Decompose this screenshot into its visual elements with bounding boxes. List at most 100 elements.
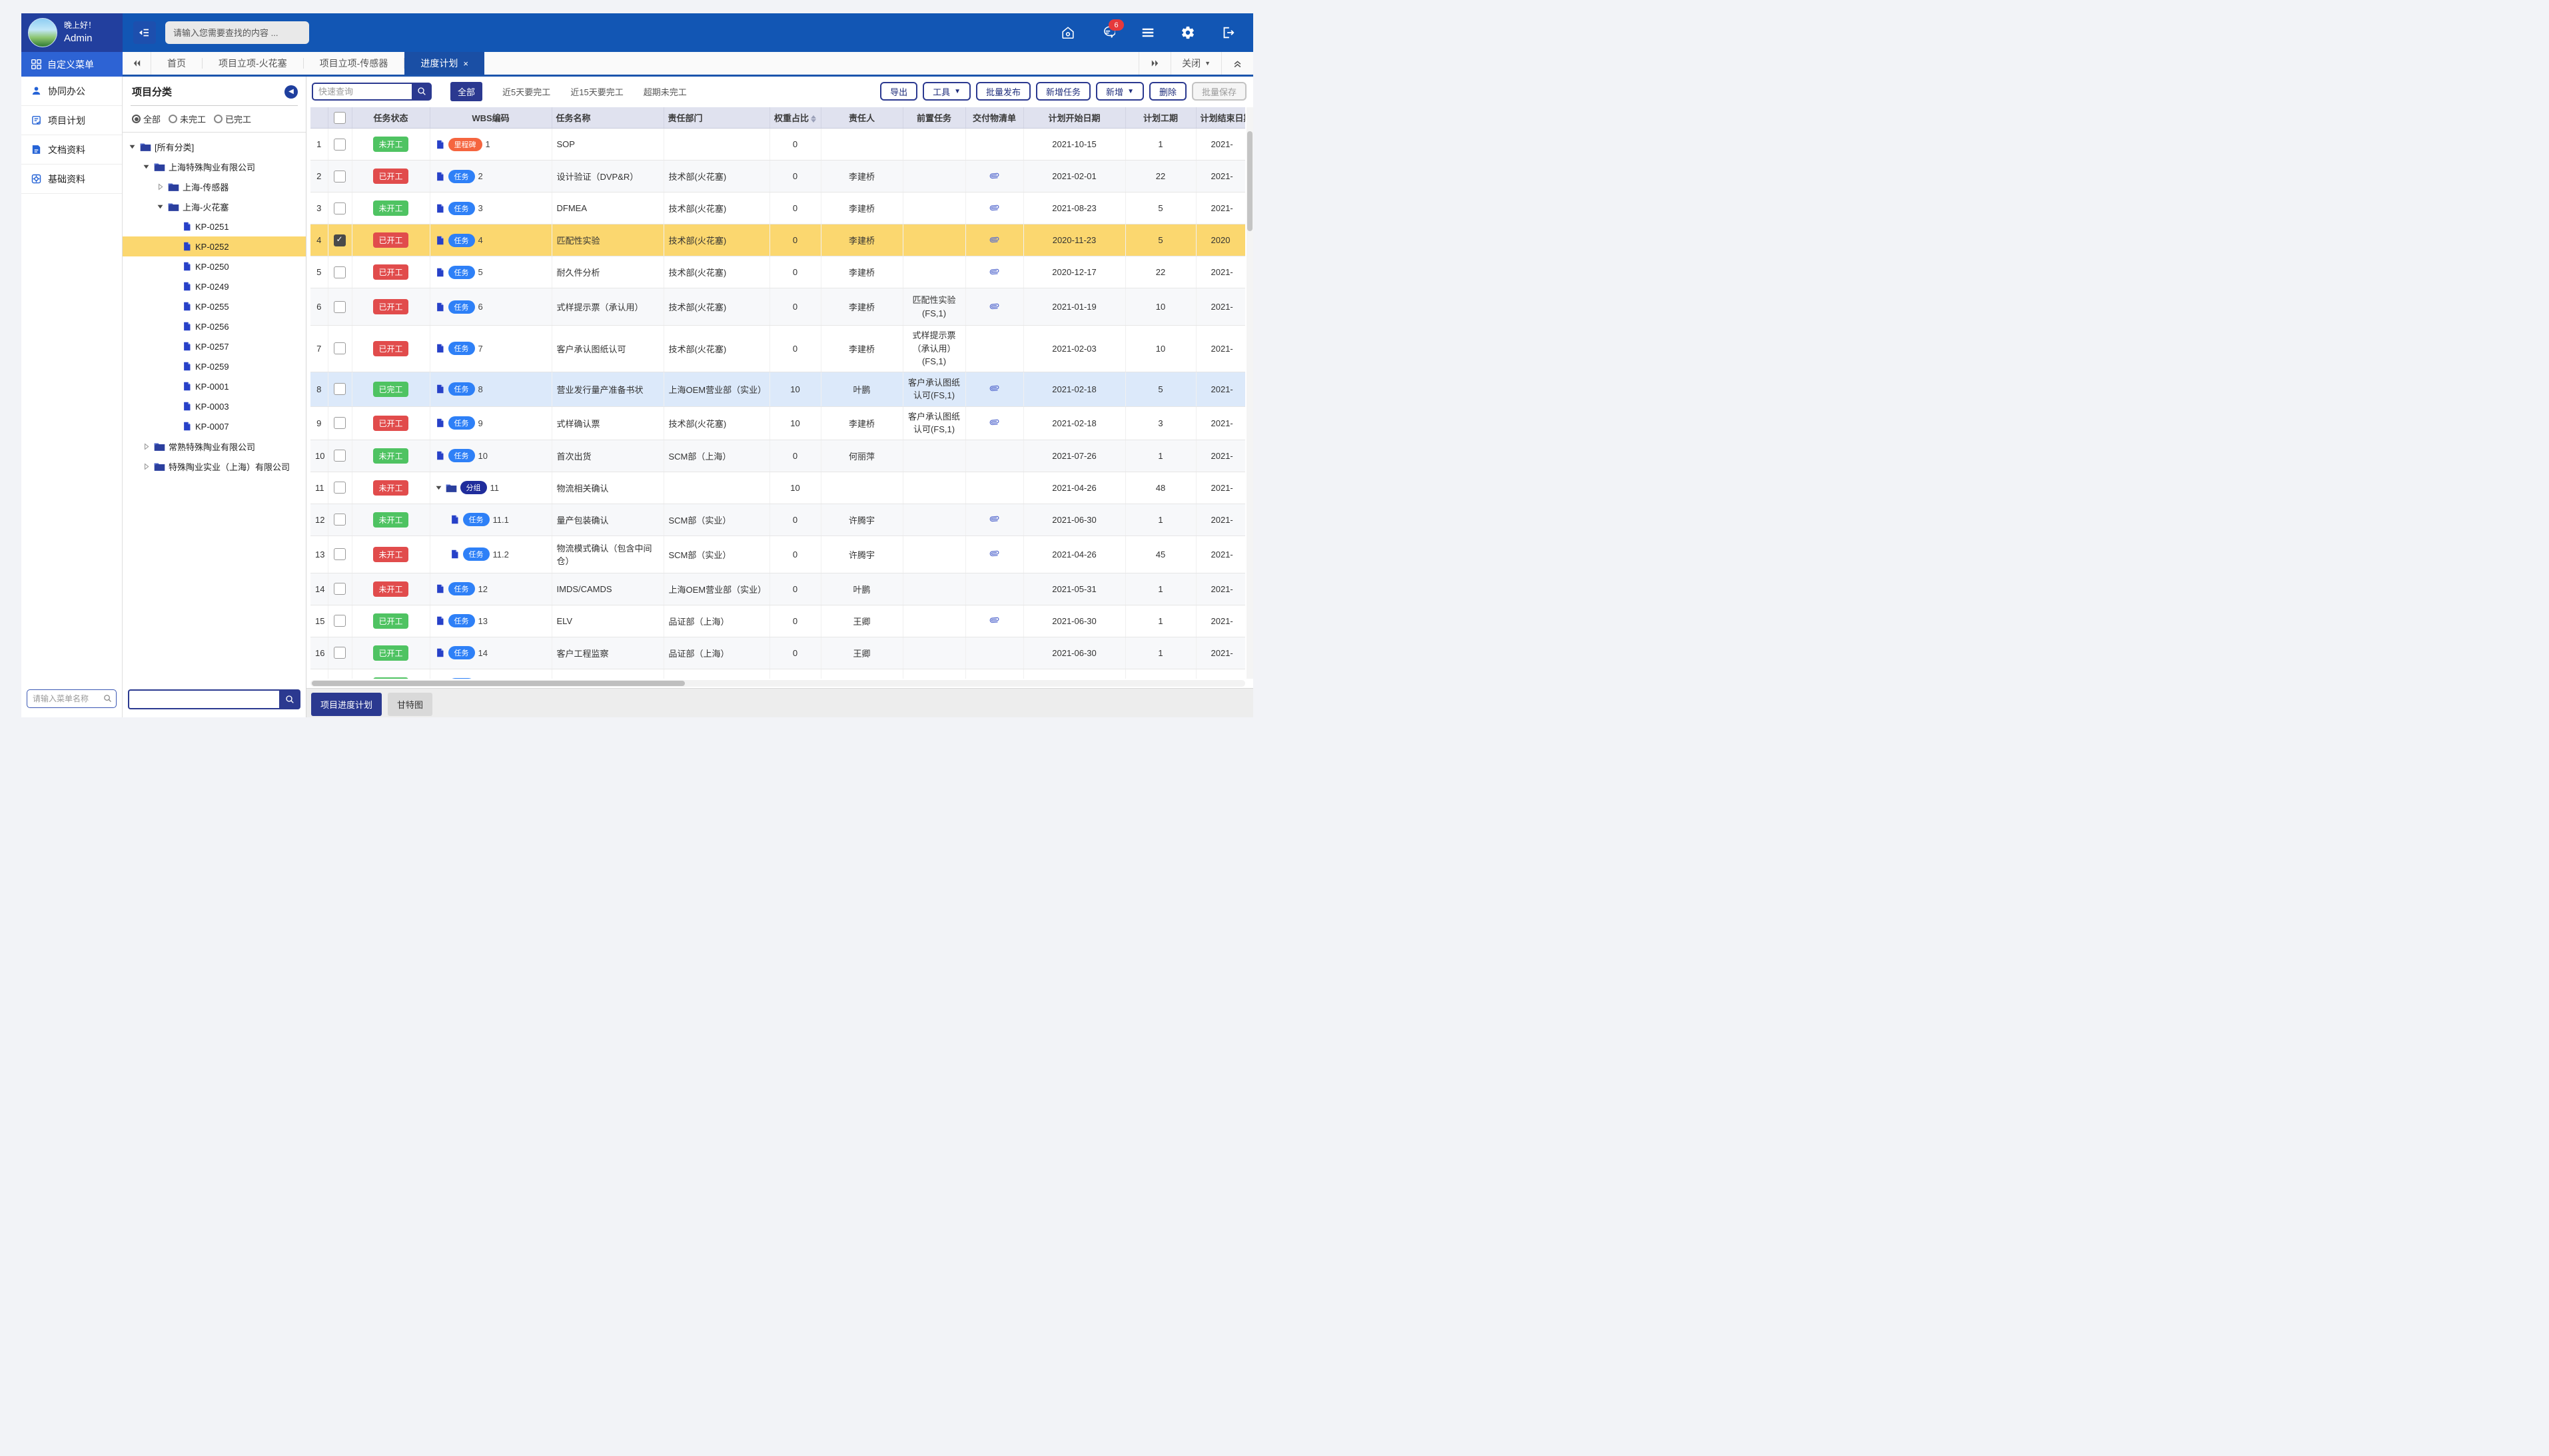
tree-item-KP-0257[interactable]: KP-0257 [123,336,306,356]
vertical-scrollbar-thumb[interactable] [1247,131,1253,231]
table-row[interactable]: 5已开工任务5耐久件分析技术部(火花塞)0李建桥2020-12-17222021… [310,256,1245,288]
column-header-前置任务[interactable]: 前置任务 [903,107,965,129]
close-tabs-dropdown[interactable]: 关闭 ▼ [1171,52,1221,75]
table-row[interactable]: 4已开工任务4匹配性实验技术部(火花塞)0李建桥2020-11-2352020 [310,224,1245,256]
paperclip-icon[interactable] [989,548,999,558]
row-checkbox[interactable] [334,266,346,278]
table-row[interactable]: 7已开工任务7客户承认图纸认可技术部(火花塞)0李建桥式样提示票 （承认用） (… [310,326,1245,372]
paperclip-icon[interactable] [989,171,999,181]
horizontal-scrollbar-thumb[interactable] [312,681,685,686]
tree-item-KP-0256[interactable]: KP-0256 [123,316,306,336]
tree-item-KP-0255[interactable]: KP-0255 [123,296,306,316]
table-row[interactable]: 16已开工任务14客户工程监察品证部（上海）0王卿2021-06-3012021… [310,637,1245,669]
column-header-计划结束日期[interactable]: 计划结束日期 [1196,107,1245,129]
sidebar-item-项目计划[interactable]: 项目计划 [21,106,122,135]
tree-caret-collapsed-icon[interactable] [156,182,165,191]
row-checkbox[interactable] [334,583,346,595]
sidebar-item-文档资料[interactable]: 文档资料 [21,135,122,165]
paperclip-icon[interactable] [989,234,999,244]
table-row[interactable]: 3未开工任务3DFMEA技术部(火花塞)0李建桥2021-08-2352021- [310,192,1245,224]
table-row[interactable]: 14未开工任务12IMDS/CAMDS上海OEM营业部（实业）0叶鹏2021-0… [310,573,1245,605]
filter-超期未完工[interactable]: 超期未完工 [644,85,687,98]
filter-近5天要完工[interactable]: 近5天要完工 [502,85,550,98]
column-header-WBS编码[interactable]: WBS编码 [430,107,552,129]
avatar[interactable] [28,18,57,47]
row-checkbox[interactable] [334,615,346,627]
paperclip-icon[interactable] [989,615,999,625]
tree-item-常熟特殊陶业有限公司[interactable]: 常熟特殊陶业有限公司 [123,436,306,456]
row-checkbox[interactable] [334,482,346,494]
tree-item-上海-火花塞[interactable]: 上海-火花塞 [123,196,306,216]
quick-search-input[interactable] [312,83,412,101]
sidebar-item-协同办公[interactable]: 协同办公 [21,77,122,106]
menu-icon[interactable] [1140,25,1156,41]
tree-item-特殊陶业实业（上海）有限公司[interactable]: 特殊陶业实业（上海）有限公司 [123,456,306,476]
row-checkbox[interactable] [334,139,346,151]
table-row[interactable]: 13未开工任务11.2物流模式确认（包含中间仓）SCM部（实业）0许腾宇2021… [310,536,1245,573]
tree-item-KP-0250[interactable]: KP-0250 [123,256,306,276]
row-checkbox[interactable] [334,171,346,182]
quick-search-button[interactable] [412,83,432,101]
tree-item-KP-0259[interactable]: KP-0259 [123,356,306,376]
column-header-责任人[interactable]: 责任人 [821,107,903,129]
row-checkbox[interactable] [334,514,346,526]
table-row[interactable]: 2已开工任务2设计验证（DVP&R）技术部(火花塞)0李建桥2021-02-01… [310,161,1245,192]
row-checkbox[interactable] [334,450,346,462]
column-header-计划工期[interactable]: 计划工期 [1125,107,1196,129]
view-tab-甘特图[interactable]: 甘特图 [388,693,432,716]
tree-item-KP-0249[interactable]: KP-0249 [123,276,306,296]
paperclip-icon[interactable] [989,383,999,393]
row-checkbox[interactable] [334,383,346,395]
tab-项目立项-传感器[interactable]: 项目立项-传感器 [304,52,404,75]
tree-caret-expanded-icon[interactable] [142,163,151,171]
sort-icon[interactable] [811,115,816,123]
settings-gear-icon[interactable] [1180,25,1196,41]
tree-caret-expanded-icon[interactable] [435,484,442,492]
column-header-任务状态[interactable]: 任务状态 [352,107,430,129]
row-checkbox[interactable] [334,234,346,246]
tree-item-KP-0252[interactable]: KP-0252 [123,236,306,256]
filter-全部[interactable]: 全部 [450,82,482,101]
tree-item-上海特殊陶业有限公司[interactable]: 上海特殊陶业有限公司 [123,157,306,177]
toolbar-button-批量发布[interactable]: 批量发布 [976,82,1031,101]
paperclip-icon[interactable] [989,301,999,311]
tab-进度计划[interactable]: 进度计划× [404,52,484,75]
panel-collapse-icon[interactable]: ◀ [284,85,298,99]
column-header-任务名称[interactable]: 任务名称 [552,107,664,129]
close-icon[interactable]: × [463,59,468,69]
paperclip-icon[interactable] [989,202,999,212]
tabs-scroll-right-icon[interactable] [1139,52,1171,75]
tree-item-KP-0003[interactable]: KP-0003 [123,396,306,416]
row-checkbox[interactable] [334,301,346,313]
row-checkbox[interactable] [334,342,346,354]
toolbar-button-工具[interactable]: 工具▼ [923,82,971,101]
table-row[interactable]: 9已开工任务9式样确认票技术部(火花塞)10李建桥客户承认图纸 认可(FS,1)… [310,406,1245,440]
table-row[interactable]: 8已完工任务8营业发行量产准备书状上海OEM营业部（实业）10叶鹏客户承认图纸 … [310,372,1245,406]
column-header-责任部门[interactable]: 责任部门 [664,107,769,129]
custom-menu-header[interactable]: 自定义菜单 [21,52,123,77]
collapse-tabs-icon[interactable] [1221,52,1253,75]
toolbar-button-导出[interactable]: 导出 [880,82,917,101]
toolbar-button-新增任务[interactable]: 新增任务 [1036,82,1091,101]
horizontal-scrollbar[interactable] [310,680,1245,687]
table-row[interactable]: 1未开工里程碑1SOP02021-10-1512021- [310,129,1245,161]
paperclip-icon[interactable] [989,417,999,427]
vertical-scrollbar[interactable] [1247,107,1253,679]
tree-caret-collapsed-icon[interactable] [142,462,151,471]
toolbar-button-新增[interactable]: 新增▼ [1096,82,1144,101]
tab-首页[interactable]: 首页 [151,52,202,75]
tree-item-上海-传感器[interactable]: 上海-传感器 [123,177,306,196]
table-row[interactable]: 11未开工分组11物流相关确认102021-04-26482021- [310,472,1245,504]
table-row[interactable]: 15已开工任务13ELV品证部（上海）0王卿2021-06-3012021- [310,605,1245,637]
table-row[interactable]: 10未开工任务10首次出货SCM部（上海）0何丽萍2021-07-2612021… [310,440,1245,472]
messages-icon[interactable]: 6 [1100,25,1116,41]
column-header-权重占比[interactable]: 权重占比 [769,107,821,129]
tree-item-KP-0007[interactable]: KP-0007 [123,416,306,436]
view-tab-项目进度计划[interactable]: 项目进度计划 [311,693,382,716]
tree-item-KP-0001[interactable]: KP-0001 [123,376,306,396]
global-search-input[interactable] [165,21,309,44]
tree-caret-collapsed-icon[interactable] [142,442,151,451]
sidebar-item-基础资料[interactable]: 基础资料 [21,165,122,194]
tree-search-button[interactable] [279,689,300,709]
paperclip-icon[interactable] [989,514,999,524]
